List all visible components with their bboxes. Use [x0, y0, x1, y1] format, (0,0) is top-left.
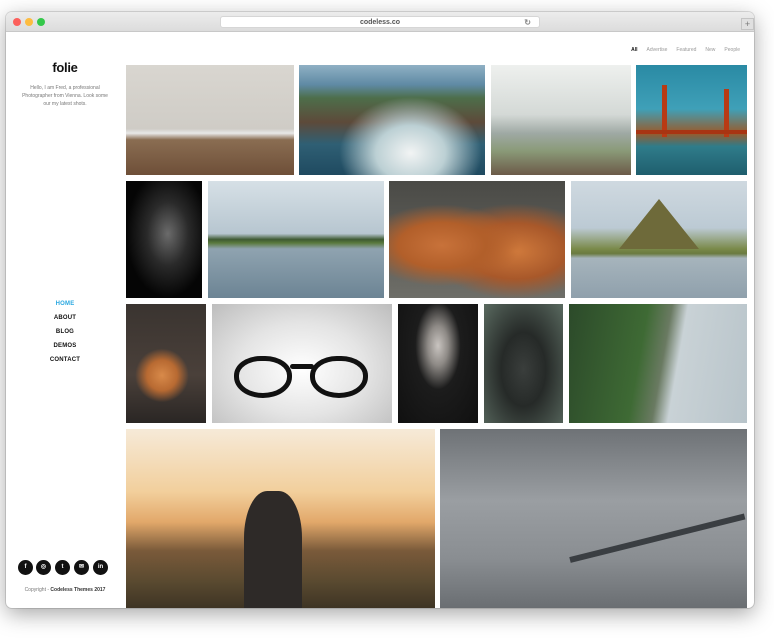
- photo-lake-island[interactable]: [208, 181, 384, 298]
- facebook-icon[interactable]: f: [18, 560, 33, 575]
- photo-woman-portrait[interactable]: [398, 304, 478, 423]
- sidebar: folie Hello, I am Fred, a professional P…: [6, 32, 124, 608]
- minimize-window-button[interactable]: [25, 18, 33, 26]
- photo-black-wolf[interactable]: [484, 304, 563, 423]
- filter-all[interactable]: All: [631, 45, 637, 55]
- filter-people[interactable]: People: [724, 45, 740, 55]
- photo-fighting-foxes[interactable]: [389, 181, 565, 298]
- address-bar[interactable]: codeless.co ↻: [220, 16, 540, 28]
- reload-icon[interactable]: ↻: [524, 17, 531, 28]
- photo-rocky-coast[interactable]: [299, 65, 485, 175]
- copyright-brand[interactable]: Codeless Themes 2017: [50, 587, 105, 593]
- photo-man-drinking[interactable]: [126, 429, 435, 608]
- zoom-window-button[interactable]: [37, 18, 45, 26]
- new-tab-button[interactable]: +: [741, 18, 754, 30]
- instagram-icon[interactable]: ◎: [36, 560, 51, 575]
- photo-long-bridge[interactable]: [440, 429, 747, 608]
- photo-forest-coastline[interactable]: [569, 304, 747, 423]
- copyright: Copyright - Codeless Themes 2017: [6, 587, 124, 593]
- twitter-icon[interactable]: t: [55, 560, 70, 575]
- photo-golden-gate-bridge[interactable]: [636, 65, 747, 175]
- nav-item-about[interactable]: ABOUT: [6, 311, 124, 325]
- nav-item-contact[interactable]: CONTACT: [6, 353, 124, 367]
- linkedin-icon[interactable]: in: [93, 560, 108, 575]
- intro-text: Hello, I am Fred, a professional Photogr…: [22, 85, 108, 107]
- filter-new[interactable]: New: [705, 45, 715, 55]
- photo-mountain-reflection[interactable]: [571, 181, 747, 298]
- photo-foggy-lake[interactable]: [491, 65, 631, 175]
- photo-desert-plain[interactable]: [126, 65, 294, 175]
- nav-item-demos[interactable]: DEMOS: [6, 339, 124, 353]
- social-links: f ◎ t ✉ in: [18, 560, 108, 576]
- site-logo[interactable]: folie: [6, 60, 124, 75]
- photo-eyeglasses[interactable]: [212, 304, 392, 423]
- close-window-button[interactable]: [13, 18, 21, 26]
- filter-featured[interactable]: Featured: [676, 45, 696, 55]
- copyright-prefix: Copyright -: [24, 587, 50, 593]
- filter-advertise[interactable]: Advertise: [647, 45, 668, 55]
- browser-titlebar: codeless.co ↻ +: [6, 12, 754, 32]
- nav-item-home[interactable]: HOME: [6, 297, 124, 311]
- photo-dark-portrait[interactable]: [126, 181, 202, 298]
- email-icon[interactable]: ✉: [74, 560, 89, 575]
- main-nav: HOME ABOUT BLOG DEMOS CONTACT: [6, 297, 124, 367]
- portfolio-filters: All Advertise Featured New People: [622, 45, 740, 55]
- address-url: codeless.co: [359, 19, 401, 26]
- browser-window: codeless.co ↻ + folie Hello, I am Fred, …: [6, 12, 754, 608]
- nav-item-blog[interactable]: BLOG: [6, 325, 124, 339]
- photo-cocktail-glass[interactable]: [126, 304, 206, 423]
